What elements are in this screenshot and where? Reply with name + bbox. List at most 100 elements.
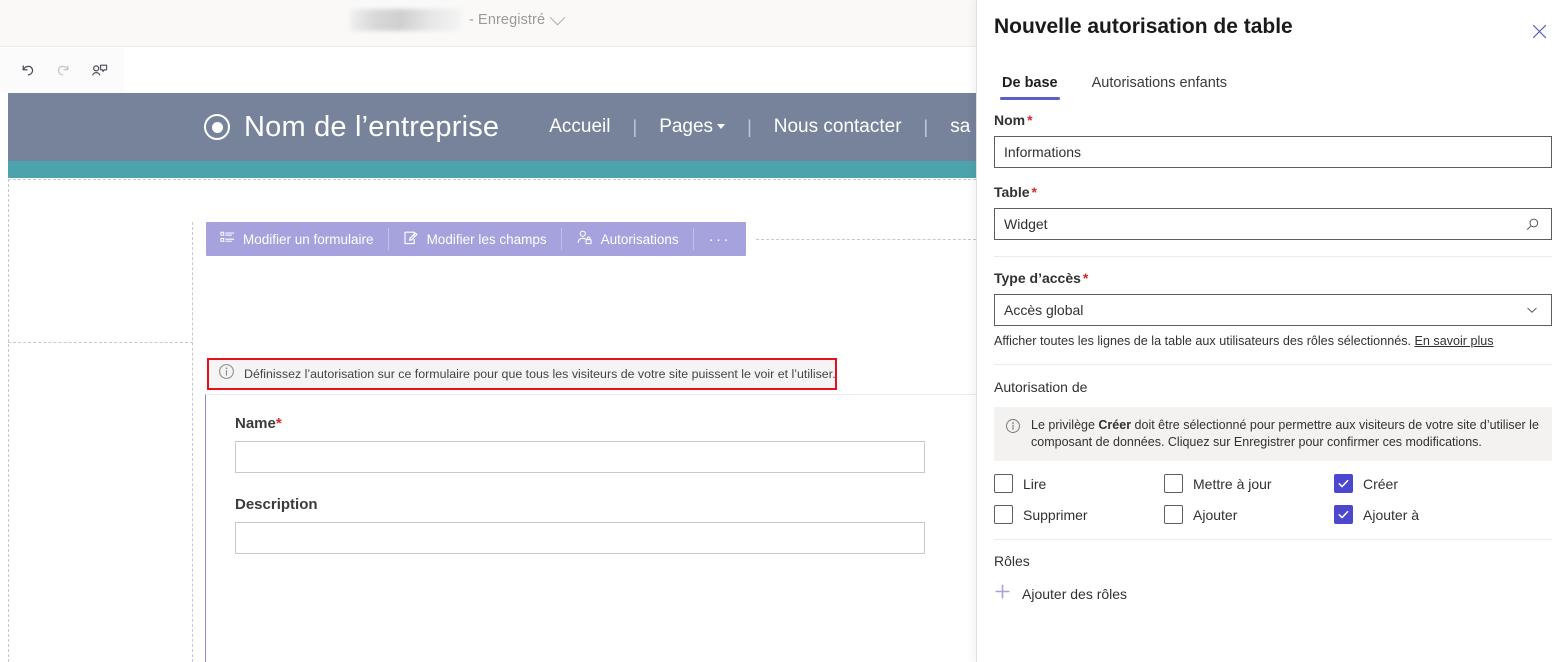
site-header-band: Nom de l’entreprise Accueil | Pages | No… — [8, 93, 976, 161]
checkbox-box — [1164, 474, 1183, 494]
table-label-text: Table — [994, 184, 1030, 200]
tab-de-base[interactable]: De base — [994, 72, 1066, 100]
preview-field-name-label: Name* — [235, 415, 925, 432]
access-type-label-text: Type d’accès — [994, 270, 1081, 286]
checkbox-box — [1334, 505, 1353, 525]
privileges-section-title: Autorisation de — [994, 379, 1088, 395]
form-component-toolbar: Modifier un formulaire Modifier les cham… — [206, 222, 746, 256]
nom-input-value: Informations — [1004, 144, 1082, 160]
toolbar-edit-form-button[interactable]: Modifier un formulaire — [206, 222, 388, 256]
info-circle-icon — [1005, 418, 1021, 450]
checkbox-box — [1334, 474, 1353, 494]
designer-canvas-area: - Enregistré Nom de l’entreprise Accueil… — [0, 0, 976, 662]
site-accent-band — [8, 161, 976, 178]
redacted-site-title — [350, 9, 462, 31]
preview-field-description: Description — [235, 496, 925, 554]
required-asterisk: * — [1031, 184, 1037, 200]
checkbox-supprimer[interactable]: Supprimer — [994, 505, 1164, 525]
privileges-note-text: Le privilège Créer doit être sélectionné… — [1031, 417, 1540, 450]
preview-field-name-input[interactable] — [235, 441, 925, 473]
site-brand[interactable]: Nom de l’entreprise — [204, 111, 499, 144]
checkbox-ajouter[interactable]: Ajouter — [1164, 505, 1334, 525]
edit-fields-icon — [403, 230, 419, 249]
checkbox-creer[interactable]: Créer — [1334, 474, 1552, 494]
field-group-access-type: Type d’accès * Accès global Afficher tout… — [994, 270, 1552, 348]
toolbar-permissions-button[interactable]: Autorisations — [562, 222, 693, 256]
plus-icon — [994, 583, 1011, 605]
nav-separator: | — [632, 116, 638, 137]
nav-item-sa[interactable]: sa — [944, 116, 976, 138]
field-group-table: Table * Widget — [994, 184, 1552, 240]
panel-title: Nouvelle autorisation de table — [994, 15, 1293, 38]
toolbar-permissions-label: Autorisations — [600, 231, 679, 247]
preview-field-description-input[interactable] — [235, 522, 925, 554]
nom-label: Nom * — [994, 112, 1552, 128]
checkbox-lire[interactable]: Lire — [994, 474, 1164, 494]
checkbox-box — [994, 505, 1013, 525]
check-icon — [1338, 480, 1349, 488]
chevron-down-icon[interactable] — [1522, 303, 1542, 317]
nom-input[interactable]: Informations — [994, 136, 1552, 168]
person-lock-icon — [576, 229, 593, 249]
close-icon[interactable] — [1526, 18, 1552, 44]
site-navigation: Accueil | Pages | Nous contacter | sa — [543, 116, 976, 138]
nav-item-accueil[interactable]: Accueil — [543, 116, 616, 138]
checkbox-lire-label: Lire — [1023, 475, 1047, 492]
saved-status-label: - Enregistré — [469, 12, 546, 28]
required-asterisk: * — [275, 415, 282, 432]
checkbox-ajouter-label: Ajouter — [1193, 506, 1238, 523]
checkbox-box — [994, 474, 1013, 494]
note-text-before: Le privilège — [1031, 418, 1099, 432]
toolbar-edit-fields-label: Modifier les champs — [426, 231, 547, 247]
table-label: Table * — [994, 184, 1552, 200]
layout-guide-row-right — [756, 239, 976, 240]
chevron-down-icon[interactable] — [549, 9, 566, 25]
form-permission-alert: Définissez l’autorisation sur ce formula… — [207, 358, 837, 390]
new-table-permission-panel: Nouvelle autorisation de table De base A… — [976, 0, 1568, 662]
access-type-helper-text: Afficher toutes les lignes de la table a… — [994, 334, 1552, 348]
redo-icon[interactable] — [50, 58, 76, 84]
comment-icon[interactable] — [86, 58, 112, 84]
add-roles-button[interactable]: Ajouter des rôles — [994, 583, 1552, 605]
tab-autorisations-enfants[interactable]: Autorisations enfants — [1084, 72, 1235, 100]
preview-field-description-label: Description — [235, 496, 318, 513]
en-savoir-plus-link[interactable]: En savoir plus — [1415, 334, 1494, 348]
nav-separator: | — [747, 116, 752, 137]
form-list-icon — [220, 230, 235, 248]
privileges-section: Autorisation de Le privilège Créer doit … — [994, 379, 1552, 525]
access-type-select[interactable]: Accès global — [994, 294, 1552, 326]
access-type-helper-sentence: Afficher toutes les lignes de la table a… — [994, 334, 1411, 348]
info-circle-icon — [218, 363, 235, 385]
caret-down-icon — [717, 124, 726, 130]
nav-item-nous-contacter[interactable]: Nous contacter — [768, 116, 908, 138]
access-type-selected-value: Accès global — [1004, 302, 1084, 318]
nav-item-pages[interactable]: Pages — [653, 116, 731, 138]
required-asterisk: * — [1027, 112, 1033, 128]
undo-icon[interactable] — [14, 58, 40, 84]
site-header-content: Nom de l’entreprise Accueil | Pages | No… — [204, 93, 976, 161]
top-command-bar: - Enregistré — [0, 0, 976, 47]
checkbox-ajouter-a[interactable]: Ajouter à — [1334, 505, 1552, 525]
layout-guide-left — [8, 179, 9, 662]
form-preview-body: Name* Description — [205, 394, 976, 662]
field-group-nom: Nom * Informations — [994, 112, 1552, 168]
required-asterisk: * — [1082, 270, 1089, 286]
checkbox-mettre-a-jour-label: Mettre à jour — [1193, 475, 1272, 492]
panel-tabs: De base Autorisations enfants — [994, 72, 1235, 100]
toolbar-edit-fields-button[interactable]: Modifier les champs — [389, 222, 561, 256]
document-title-group[interactable]: - Enregistré — [350, 9, 566, 31]
table-input[interactable]: Widget — [994, 208, 1552, 240]
layout-guide-row — [8, 342, 193, 343]
screen-root: - Enregistré Nom de l’entreprise Accueil… — [0, 0, 1568, 662]
roles-section-title: Rôles — [994, 553, 1030, 570]
toolbar-overflow-button[interactable]: ··· — [694, 231, 746, 248]
panel-body: Nom * Informations Table * Widget Type d… — [994, 112, 1552, 605]
add-roles-label: Ajouter des rôles — [1022, 586, 1128, 603]
layout-guide-top — [8, 179, 976, 180]
panel-header: Nouvelle autorisation de table — [977, 0, 1568, 58]
search-icon[interactable] — [1522, 217, 1542, 232]
checkbox-mettre-a-jour[interactable]: Mettre à jour — [1164, 474, 1334, 494]
privileges-checkbox-grid: Lire Mettre à jour Créer Supprimer Ajout… — [994, 474, 1552, 525]
site-page-preview: Nom de l’entreprise Accueil | Pages | No… — [0, 93, 976, 662]
checkbox-supprimer-label: Supprimer — [1023, 506, 1088, 523]
